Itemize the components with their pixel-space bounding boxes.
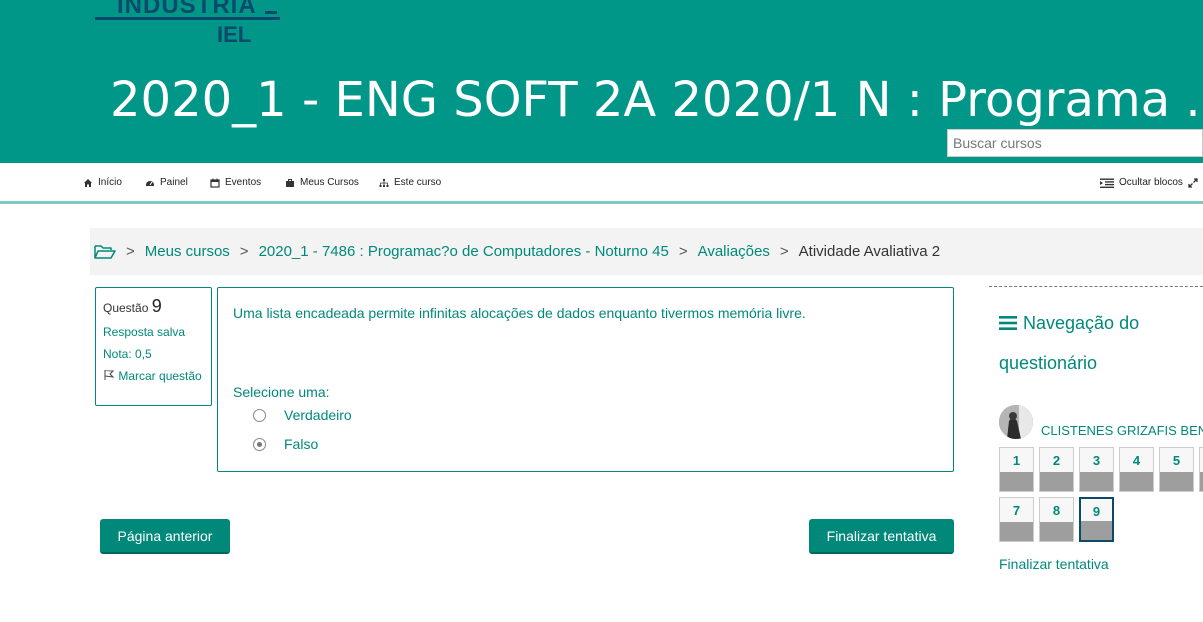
answered-indicator [1081, 521, 1112, 540]
breadcrumb-assessments[interactable]: Avaliações [698, 243, 770, 260]
question-number-value: 9 [151, 296, 162, 316]
finish-attempt-link[interactable]: Finalizar tentativa [999, 556, 1109, 572]
nav-label: Eventos [225, 177, 262, 188]
navbar: Início Painel Eventos Meus Cursos Este c… [0, 163, 1203, 204]
quiz-nav-title-text: Navegação do questionário [999, 313, 1140, 373]
quiz-nav-question-9[interactable]: 9 [1079, 497, 1114, 542]
answered-indicator [1160, 472, 1193, 491]
breadcrumb-course[interactable]: 2020_1 - 7486 : Programac?o de Computado… [259, 243, 669, 260]
page-header: INDUSTRIA IEL 2020_1 - ENG SOFT 2A 2020/… [0, 0, 1203, 163]
question-info: Questão 9 Resposta salva Nota: 0,5 Marca… [95, 287, 212, 406]
hide-blocks-button[interactable]: Ocultar blocos [1100, 177, 1198, 188]
question-text: Uma lista encadeada permite infinitas al… [233, 305, 806, 321]
quiz-nav-question-number: 5 [1160, 448, 1193, 473]
logo-text-bottom: IEL [217, 22, 252, 47]
question-label: Questão [103, 301, 149, 315]
breadcrumb-separator: > [239, 243, 249, 260]
question-content: Uma lista encadeada permite infinitas al… [217, 287, 954, 472]
option-label: Falso [284, 436, 319, 452]
quiz-nav-question-5[interactable]: 5 [1159, 447, 1194, 492]
logo-bar-accent [265, 11, 277, 14]
quiz-nav-question-3[interactable]: 3 [1079, 447, 1114, 492]
expand-icon [1188, 177, 1198, 188]
course-title: 2020_1 - ENG SOFT 2A 2020/1 N : Programa… [110, 72, 1203, 128]
quiz-nav-question-number: 3 [1080, 448, 1113, 473]
nav-label: Meus Cursos [300, 177, 359, 188]
breadcrumb: > Meus cursos > 2020_1 - 7486 : Programa… [90, 228, 1203, 275]
sitemap-icon [379, 178, 389, 187]
answered-indicator [1080, 472, 1113, 491]
breadcrumb-my-courses[interactable]: Meus cursos [145, 243, 230, 260]
breadcrumb-separator: > [779, 243, 789, 260]
question-number: Questão 9 [103, 296, 204, 317]
hide-blocks-label: Ocultar blocos [1119, 177, 1183, 188]
quiz-nav-title: Navegação do questionário [999, 303, 1199, 383]
radio-true[interactable] [253, 408, 266, 422]
nav-item-home[interactable]: Início [83, 177, 122, 188]
calendar-icon [210, 178, 220, 188]
answered-indicator [1120, 472, 1153, 491]
breadcrumb-current: Atividade Avaliativa 2 [798, 243, 941, 260]
avatar [999, 405, 1033, 439]
quiz-nav-question-number: 4 [1120, 448, 1153, 473]
folder-open-icon[interactable] [94, 244, 116, 260]
quiz-nav-question-6[interactable]: 6 [1199, 447, 1203, 492]
nav-label: Painel [160, 177, 188, 188]
quiz-nav-question-4[interactable]: 4 [1119, 447, 1154, 492]
nav-item-this-course[interactable]: Este curso [379, 177, 441, 188]
quiz-nav-question-number: 1 [1000, 448, 1033, 473]
nav-item-dashboard[interactable]: Painel [145, 177, 188, 188]
block-divider [989, 286, 1203, 287]
quiz-nav-question-1[interactable]: 1 [999, 447, 1034, 492]
dashboard-icon [146, 180, 154, 186]
logo[interactable]: INDUSTRIA IEL [95, 0, 285, 50]
select-one-label: Selecione uma: [233, 384, 330, 400]
quiz-nav-question-2[interactable]: 2 [1039, 447, 1074, 492]
option-true[interactable]: Verdadeiro [253, 407, 352, 423]
nav-label: Início [98, 177, 122, 188]
search-input[interactable]: Buscar cursos [947, 129, 1203, 157]
option-false[interactable]: Falso [253, 436, 318, 452]
flag-icon [104, 370, 115, 380]
quiz-nav-question-number: 8 [1040, 498, 1073, 523]
indent-icon [1100, 178, 1114, 188]
option-label: Verdadeiro [284, 407, 352, 423]
quiz-nav-question-7[interactable]: 7 [999, 497, 1034, 542]
nav-label: Este curso [394, 177, 442, 188]
user-photo [999, 405, 1033, 439]
nav-item-my-courses[interactable]: Meus Cursos [285, 177, 359, 188]
nav-item-events[interactable]: Eventos [210, 177, 261, 188]
answered-indicator [1040, 522, 1073, 541]
breadcrumb-separator: > [678, 243, 688, 260]
flag-label: Marcar questão [118, 369, 202, 383]
question-status: Resposta salva [103, 325, 186, 339]
breadcrumb-separator: > [126, 243, 135, 260]
quiz-nav-question-number: 2 [1040, 448, 1073, 473]
radio-false[interactable] [253, 437, 266, 451]
menu-icon [999, 316, 1017, 330]
flag-question-button[interactable]: Marcar questão [103, 369, 204, 384]
answered-indicator [1040, 472, 1073, 491]
briefcase-icon [286, 178, 294, 187]
quiz-nav-question-number: 7 [1000, 498, 1033, 523]
user-name: CLISTENES GRIZAFIS BEN [1041, 423, 1203, 438]
answered-indicator [1000, 472, 1033, 491]
question-grade: Nota: 0,5 [103, 347, 152, 361]
answered-indicator [1000, 522, 1033, 541]
previous-page-button[interactable]: Página anterior [100, 519, 230, 554]
logo-bar [95, 17, 280, 20]
finish-attempt-button[interactable]: Finalizar tentativa [809, 519, 954, 554]
quiz-nav-question-8[interactable]: 8 [1039, 497, 1074, 542]
home-icon [84, 178, 92, 187]
